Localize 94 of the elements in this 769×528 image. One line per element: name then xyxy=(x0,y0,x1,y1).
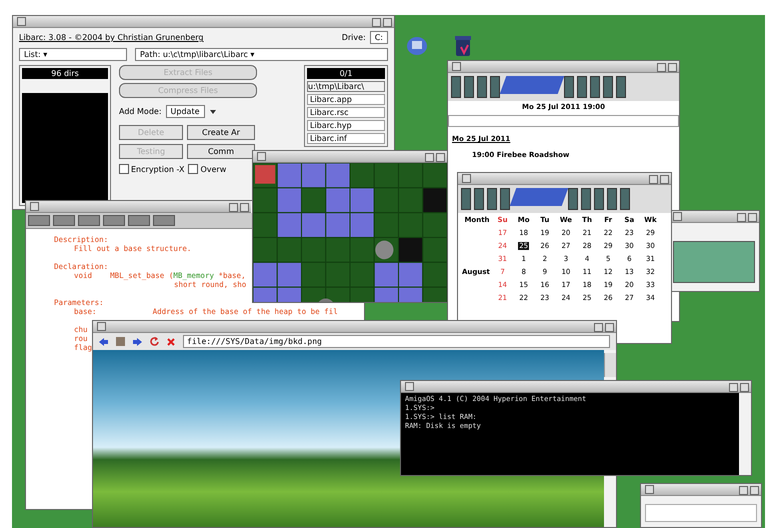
photo-placeholder[interactable] xyxy=(607,188,617,210)
photo-placeholder[interactable] xyxy=(568,188,578,210)
logo-icon xyxy=(500,76,564,94)
toolbar-icon[interactable] xyxy=(78,215,100,226)
close-icon[interactable] xyxy=(452,62,461,71)
checkbox[interactable] xyxy=(119,164,129,174)
photo-placeholder[interactable] xyxy=(451,76,461,98)
file-item[interactable]: Libarc.hyp xyxy=(307,120,385,131)
photo-placeholder[interactable] xyxy=(474,188,484,210)
photo-placeholder[interactable] xyxy=(577,76,587,98)
iconify-icon[interactable] xyxy=(739,486,748,495)
list-header: 96 dirs xyxy=(22,68,108,79)
option-label: Overw xyxy=(200,164,226,174)
list-dropdown[interactable]: List: ▾ xyxy=(19,48,127,61)
title-bar[interactable] xyxy=(669,211,759,223)
checkbox[interactable] xyxy=(188,164,198,174)
toolbar-icon[interactable] xyxy=(128,215,150,226)
photo-placeholder[interactable] xyxy=(464,76,474,98)
title-bar[interactable] xyxy=(13,16,394,28)
title-bar[interactable] xyxy=(26,201,251,213)
close-icon[interactable] xyxy=(645,485,654,494)
depth-icon[interactable] xyxy=(668,63,677,72)
directory-list[interactable]: 96 dirs xyxy=(19,65,111,206)
reload-icon[interactable] xyxy=(150,337,159,346)
depth-icon[interactable] xyxy=(605,323,614,332)
close-icon[interactable] xyxy=(673,212,682,221)
photo-placeholder[interactable] xyxy=(581,188,591,210)
file-list[interactable]: 0/1 u:\tmp\Libarc\ Libarc.app Libarc.rsc Libarc.hyp Libarc.inf xyxy=(304,65,388,147)
iconify-icon[interactable] xyxy=(649,175,658,184)
title-bar[interactable] xyxy=(93,321,616,333)
title-bar[interactable] xyxy=(458,173,671,185)
photo-placeholder[interactable] xyxy=(490,76,500,98)
file-item[interactable]: Libarc.app xyxy=(307,94,385,105)
disk-icon[interactable] xyxy=(405,35,429,57)
photo-placeholder[interactable] xyxy=(564,76,574,98)
iconify-icon[interactable] xyxy=(737,213,746,222)
depth-icon[interactable] xyxy=(383,18,392,27)
depth-icon[interactable] xyxy=(436,153,445,162)
iconify-icon[interactable] xyxy=(372,18,381,27)
path-dropdown[interactable]: Path: u:\c\tmp\libarc\Libarc ▾ xyxy=(135,48,388,61)
title-bar[interactable] xyxy=(253,151,447,163)
depth-icon[interactable] xyxy=(740,383,749,392)
iconify-icon[interactable] xyxy=(425,153,434,162)
photo-placeholder[interactable] xyxy=(500,188,510,210)
photo-placeholder[interactable] xyxy=(477,76,487,98)
photo-placeholder[interactable] xyxy=(594,188,604,210)
close-icon[interactable] xyxy=(462,174,471,183)
add-mode-label: Add Mode: xyxy=(119,107,162,116)
back-icon[interactable] xyxy=(99,338,108,346)
depth-icon[interactable] xyxy=(240,203,249,212)
list-header: 0/1 xyxy=(307,68,385,79)
dropdown-arrow-icon[interactable] xyxy=(208,108,217,116)
file-item[interactable]: Libarc.inf xyxy=(307,133,385,144)
archive-button[interactable]: Comm xyxy=(187,144,255,159)
stop-icon[interactable] xyxy=(167,338,175,346)
list-path: u:\tmp\Libarc\ xyxy=(307,81,385,92)
photo-placeholder[interactable] xyxy=(616,76,626,98)
depth-icon[interactable] xyxy=(748,213,757,222)
title-bar[interactable] xyxy=(641,484,761,496)
photo-placeholder[interactable] xyxy=(603,76,613,98)
toolbar-icon[interactable] xyxy=(103,215,125,226)
iconify-icon[interactable] xyxy=(594,323,603,332)
drive-label: Drive: xyxy=(342,33,366,42)
iconify-icon[interactable] xyxy=(729,383,738,392)
add-mode-dropdown[interactable]: Update xyxy=(166,105,205,118)
iconify-icon[interactable] xyxy=(229,203,238,212)
depth-icon[interactable] xyxy=(750,486,759,495)
scrollbar[interactable] xyxy=(604,353,616,377)
archive-button[interactable]: Create Ar xyxy=(187,125,255,140)
toolbar-icon[interactable] xyxy=(53,215,75,226)
close-icon[interactable] xyxy=(257,152,266,161)
input-field[interactable] xyxy=(448,115,679,127)
forward-icon[interactable] xyxy=(133,338,142,346)
url-field[interactable]: file:///SYS/Data/img/bkd.png xyxy=(183,335,610,348)
logo-icon xyxy=(510,188,568,206)
version-info: Libarc: 3.08 - ©2004 by Christian Grunenberg xyxy=(19,33,204,42)
close-icon[interactable] xyxy=(97,322,106,331)
depth-icon[interactable] xyxy=(660,175,669,184)
photo-placeholder[interactable] xyxy=(487,188,497,210)
drive-field[interactable]: C: xyxy=(370,31,388,44)
file-item[interactable]: Libarc.rsc xyxy=(307,107,385,118)
photo-placeholder[interactable] xyxy=(461,188,471,210)
trash-can-icon[interactable] xyxy=(453,35,473,57)
close-icon[interactable] xyxy=(30,202,39,211)
iconify-icon[interactable] xyxy=(657,63,666,72)
title-bar[interactable] xyxy=(401,381,751,393)
close-icon[interactable] xyxy=(405,382,414,391)
photo-placeholder[interactable] xyxy=(590,76,600,98)
title-bar[interactable] xyxy=(448,61,679,73)
photo-placeholder[interactable] xyxy=(620,188,630,210)
close-icon[interactable] xyxy=(17,17,26,26)
toolbar-icon[interactable] xyxy=(153,215,175,226)
option-label: Encryption -X xyxy=(131,164,184,174)
toolbar-icon[interactable] xyxy=(28,215,50,226)
